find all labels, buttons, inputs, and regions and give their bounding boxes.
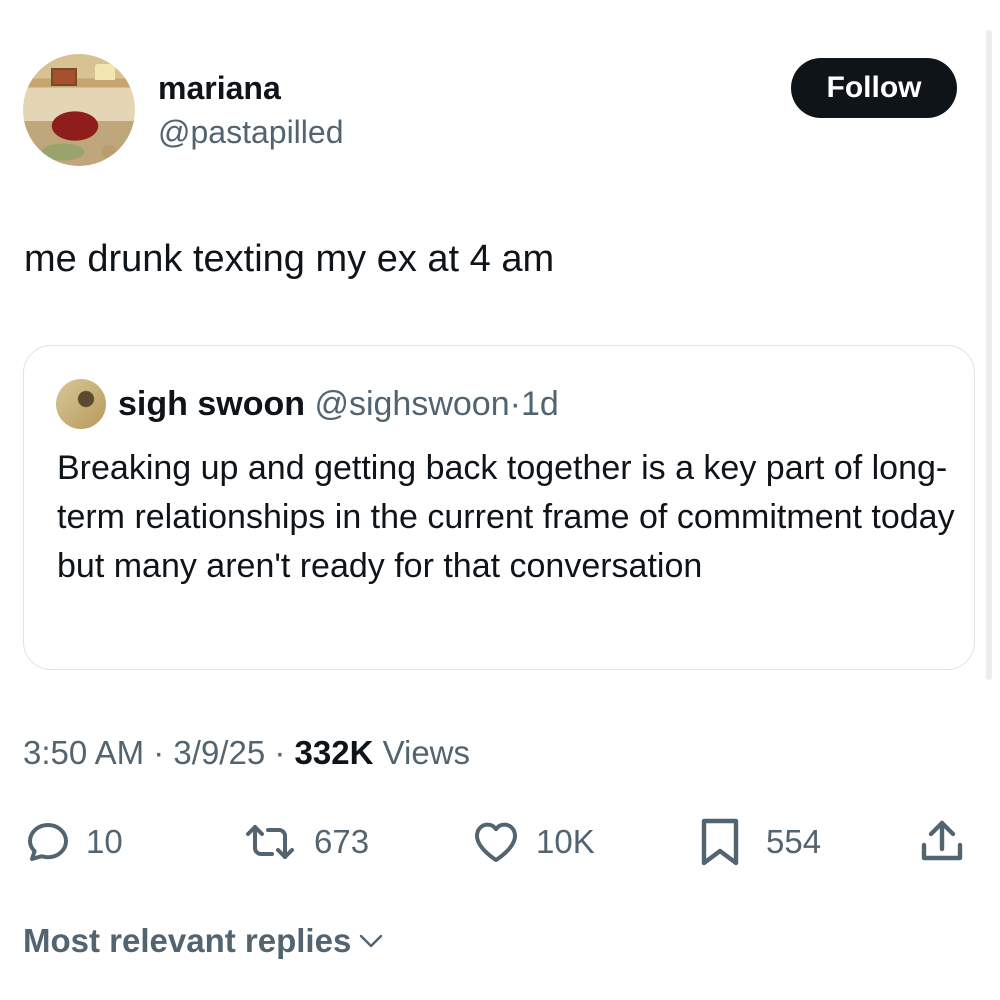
reply-icon xyxy=(28,823,68,861)
meta-separator: · xyxy=(274,734,286,771)
quoted-author-name: sigh swoon xyxy=(118,385,305,423)
post-time[interactable]: 3:50 AM xyxy=(23,734,144,771)
repost-icon xyxy=(246,825,294,859)
share-icon xyxy=(921,820,963,861)
action-bar: 10 673 10K 554 xyxy=(0,812,1000,872)
avatar-photo-detail xyxy=(51,68,77,86)
author-handle[interactable]: @pastapilled xyxy=(158,114,343,150)
bookmark-count: 554 xyxy=(766,823,822,860)
quoted-post[interactable]: sigh swoon @sighswoon·1d Breaking up and… xyxy=(23,345,975,670)
repost-count: 673 xyxy=(314,823,370,860)
quoted-post-text: Breaking up and getting back together is… xyxy=(57,449,955,585)
like-button[interactable]: 10K xyxy=(470,812,595,872)
replies-sort-label: Most relevant replies xyxy=(23,922,352,959)
reply-button[interactable]: 10 xyxy=(24,812,123,872)
author-avatar[interactable] xyxy=(23,54,135,166)
like-count: 10K xyxy=(536,823,595,860)
scrollbar[interactable] xyxy=(986,30,992,680)
chevron-down-icon xyxy=(360,934,383,948)
meta-separator: · xyxy=(153,734,165,771)
reply-count: 10 xyxy=(86,823,123,860)
replies-sort-toggle[interactable]: Most relevant replies xyxy=(23,922,383,960)
bookmark-icon xyxy=(701,818,739,866)
quoted-author-avatar xyxy=(56,379,106,429)
repost-button[interactable]: 673 xyxy=(240,812,369,872)
quoted-separator: · xyxy=(509,385,521,423)
bookmark-button[interactable]: 554 xyxy=(698,812,821,872)
views-label: Views xyxy=(382,734,471,771)
post-text: me drunk texting my ex at 4 am xyxy=(24,238,555,280)
post-meta: 3:50 AM · 3/9/25 · 332K Views xyxy=(23,733,470,773)
quoted-post-age: 1d xyxy=(520,385,559,423)
follow-button[interactable]: Follow xyxy=(791,58,957,118)
avatar-photo-detail xyxy=(95,64,115,80)
views-count: 332K xyxy=(294,734,374,771)
quoted-author-handle: @sighswoon xyxy=(314,385,510,423)
author-name[interactable]: mariana xyxy=(158,70,281,106)
share-button[interactable] xyxy=(918,812,966,872)
quoted-post-header: sigh swoon @sighswoon·1d xyxy=(118,384,559,424)
heart-icon xyxy=(475,822,517,862)
post-date[interactable]: 3/9/25 xyxy=(173,734,265,771)
